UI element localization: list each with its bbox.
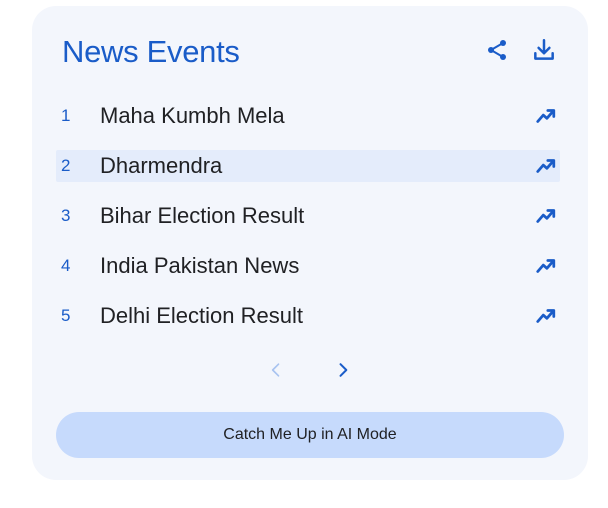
rank-number: 1 (61, 106, 71, 125)
trending-up-icon (534, 104, 558, 128)
list-item[interactable]: 3 Bihar Election Result (56, 200, 560, 232)
rank-number: 4 (61, 256, 71, 275)
rank-number: 5 (61, 306, 71, 325)
download-icon (534, 39, 554, 60)
news-events-card: News Events 1 Maha Kumbh Mela 2 Dharmend… (32, 6, 588, 480)
share-button[interactable] (481, 34, 513, 66)
event-label: India Pakistan News (100, 253, 300, 278)
event-label: Maha Kumbh Mela (100, 103, 285, 128)
panel-title: News Events (62, 34, 240, 69)
download-button[interactable] (528, 34, 560, 66)
previous-page-button[interactable] (264, 358, 288, 382)
news-events-list: 1 Maha Kumbh Mela 2 Dharmendra 3 Bihar E… (56, 100, 560, 350)
list-item[interactable]: 2 Dharmendra (56, 150, 560, 182)
trending-up-icon (534, 204, 558, 228)
chevron-left-icon (271, 363, 280, 377)
trending-up-icon (534, 154, 558, 178)
share-icon (488, 40, 506, 60)
list-item[interactable]: 4 India Pakistan News (56, 250, 560, 282)
event-label: Delhi Election Result (100, 303, 303, 328)
event-label: Bihar Election Result (100, 203, 305, 228)
next-page-button[interactable] (331, 358, 355, 382)
catch-me-up-button[interactable]: Catch Me Up in AI Mode (56, 412, 564, 458)
trending-up-icon (534, 254, 558, 278)
rank-number: 3 (61, 206, 71, 225)
event-label: Dharmendra (100, 153, 223, 178)
list-item[interactable]: 5 Delhi Election Result (56, 300, 560, 332)
rank-number: 2 (61, 156, 71, 175)
list-item[interactable]: 1 Maha Kumbh Mela (56, 100, 560, 132)
chevron-right-icon (339, 363, 348, 377)
trending-up-icon (534, 304, 558, 328)
